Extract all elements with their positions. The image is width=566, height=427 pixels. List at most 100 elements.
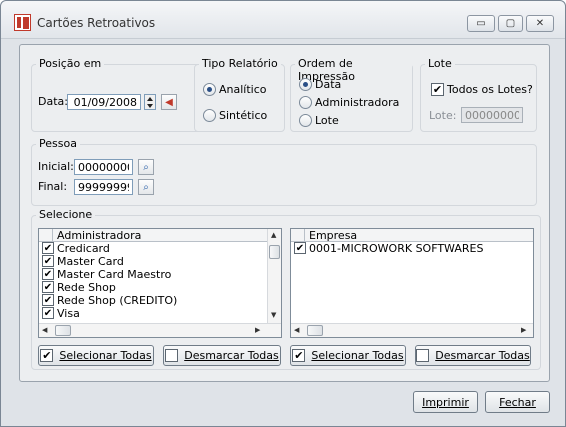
minimize-button[interactable]: ▭ (467, 15, 495, 32)
horizontal-scrollbar[interactable]: ◀ ▶ (39, 323, 281, 337)
scroll-down-icon[interactable]: ▼ (271, 311, 276, 319)
maximize-button[interactable]: ▢ (498, 15, 523, 32)
item-label: Credicard (57, 242, 110, 255)
inicial-input[interactable] (74, 159, 133, 175)
list-item[interactable]: ✔ Master Card Maestro (39, 268, 267, 281)
check-icon: ✔ (43, 242, 53, 254)
administradora-deselect-all-button[interactable]: Desmarcar Todas (163, 345, 281, 366)
ordem-legend: Ordem de Impressão (295, 57, 412, 83)
deselect-all-checkbox-icon (165, 349, 179, 362)
item-checkbox[interactable]: ✔ (42, 242, 54, 254)
select-all-label: Selecionar Todas (59, 349, 152, 362)
radio-data-label[interactable]: Data (315, 78, 341, 91)
calendar-button[interactable]: ◀ (161, 94, 177, 110)
radio-analitico-label[interactable]: Analítico (219, 83, 267, 96)
horizontal-scrollbar[interactable]: ◀ ▶ (291, 323, 533, 337)
radio-analitico[interactable] (203, 83, 216, 96)
check-icon: ✔ (43, 294, 53, 306)
selecione-group: Selecione Administradora ✔ Credicard ✔ M… (31, 208, 541, 370)
item-checkbox[interactable]: ✔ (42, 281, 54, 293)
close-icon: ✕ (535, 18, 545, 29)
radio-administradora-label[interactable]: Administradora (315, 96, 399, 109)
administradora-list[interactable]: Administradora ✔ Credicard ✔ Master Card… (38, 228, 282, 338)
vertical-scroll-thumb[interactable] (269, 245, 280, 259)
radio-lote[interactable] (299, 114, 312, 127)
minimize-icon: ▭ (476, 18, 486, 29)
administradora-select-all-button[interactable]: ✔ Selecionar Todas (38, 345, 154, 366)
empresa-deselect-all-button[interactable]: Desmarcar Todas (415, 345, 531, 366)
print-button[interactable]: Imprimir (413, 391, 478, 413)
final-label: Final: (38, 180, 68, 193)
list-item[interactable]: ✔ 0001-MICROWORK SOFTWARES (291, 242, 533, 255)
administradora-header[interactable]: Administradora (57, 229, 141, 242)
list-item[interactable]: ✔ Rede Shop (39, 281, 267, 294)
check-icon: ✔ (43, 281, 53, 293)
item-label: Visa (57, 307, 80, 320)
tipo-group: Tipo Relatório Analítico Sintético (194, 57, 285, 132)
radio-sintetico-label[interactable]: Sintético (219, 109, 267, 122)
radio-administradora[interactable] (299, 96, 312, 109)
check-icon: ✔ (43, 268, 53, 280)
empresa-header[interactable]: Empresa (309, 229, 357, 242)
deselect-all-label: Desmarcar Todas (435, 349, 530, 362)
title-bar[interactable]: Cartões Retroativos ▭ ▢ ✕ (1, 1, 565, 39)
todos-lotes-label[interactable]: Todos os Lotes? (447, 83, 533, 96)
administradora-list-header: Administradora (39, 229, 267, 242)
item-checkbox[interactable]: ✔ (294, 242, 306, 254)
posicao-legend: Posição em (36, 57, 105, 70)
radio-sintetico[interactable] (203, 109, 216, 122)
item-checkbox[interactable]: ✔ (42, 294, 54, 306)
check-icon: ✔ (43, 255, 53, 267)
list-item[interactable]: ✔ Rede Shop (CREDITO) (39, 294, 267, 307)
todos-lotes-checkbox[interactable]: ✔ (431, 83, 444, 96)
close-window-button[interactable]: ✕ (526, 15, 554, 32)
lote-input (461, 107, 523, 123)
close-button[interactable]: Fechar (485, 391, 550, 413)
empresa-select-all-button[interactable]: ✔ Selecionar Todas (290, 345, 406, 366)
item-label: Master Card Maestro (57, 268, 172, 281)
list-item[interactable]: ✔ Credicard (39, 242, 267, 255)
main-panel: Posição em Data: ◀ Tipo Relatório Analít… (19, 44, 550, 382)
pessoa-group: Pessoa Inicial: ⌕ Final: ⌕ (31, 137, 537, 206)
item-checkbox[interactable]: ✔ (42, 268, 54, 280)
empresa-list[interactable]: Empresa ✔ 0001-MICROWORK SOFTWARES ◀ ▶ (290, 228, 534, 338)
radio-lote-label[interactable]: Lote (315, 114, 339, 127)
posicao-group: Posição em Data: ◀ (31, 57, 201, 132)
empresa-list-header: Empresa (291, 229, 533, 242)
inicial-search-button[interactable]: ⌕ (138, 159, 154, 175)
item-label: Master Card (57, 255, 124, 268)
deselect-all-checkbox-icon (416, 349, 430, 362)
list-item[interactable]: ✔ Visa (39, 307, 267, 320)
data-label: Data: (38, 95, 68, 108)
scroll-up-icon[interactable]: ▲ (271, 231, 276, 239)
item-label: Rede Shop (57, 281, 116, 294)
select-all-checkbox-icon: ✔ (292, 349, 306, 362)
check-icon: ✔ (295, 242, 305, 254)
check-icon: ✔ (42, 349, 52, 362)
search-icon: ⌕ (143, 181, 149, 193)
tipo-legend: Tipo Relatório (199, 57, 281, 70)
date-spinner[interactable] (144, 94, 156, 110)
check-icon: ✔ (432, 83, 443, 96)
vertical-scrollbar[interactable]: ▲ ▼ (267, 229, 281, 323)
ordem-group: Ordem de Impressão Data Administradora L… (290, 57, 413, 132)
item-checkbox[interactable]: ✔ (42, 255, 54, 267)
list-item[interactable]: ✔ Master Card (39, 255, 267, 268)
item-checkbox[interactable]: ✔ (42, 307, 54, 319)
scroll-right-icon[interactable]: ▶ (255, 326, 260, 334)
window-title: Cartões Retroativos (37, 16, 156, 30)
scroll-right-icon[interactable]: ▶ (521, 326, 526, 334)
horizontal-scroll-thumb[interactable] (55, 325, 71, 336)
item-label: Rede Shop (CREDITO) (57, 294, 178, 307)
data-input[interactable] (67, 94, 141, 110)
select-all-checkbox-icon: ✔ (40, 349, 54, 362)
maximize-icon: ▢ (505, 18, 516, 29)
scroll-left-icon[interactable]: ◀ (42, 326, 47, 334)
final-input[interactable] (74, 179, 133, 195)
horizontal-scroll-thumb[interactable] (307, 325, 323, 336)
app-logo-icon (14, 14, 31, 31)
final-search-button[interactable]: ⌕ (138, 179, 154, 195)
radio-data[interactable] (299, 78, 312, 91)
scroll-left-icon[interactable]: ◀ (294, 326, 299, 334)
check-icon: ✔ (294, 349, 304, 362)
